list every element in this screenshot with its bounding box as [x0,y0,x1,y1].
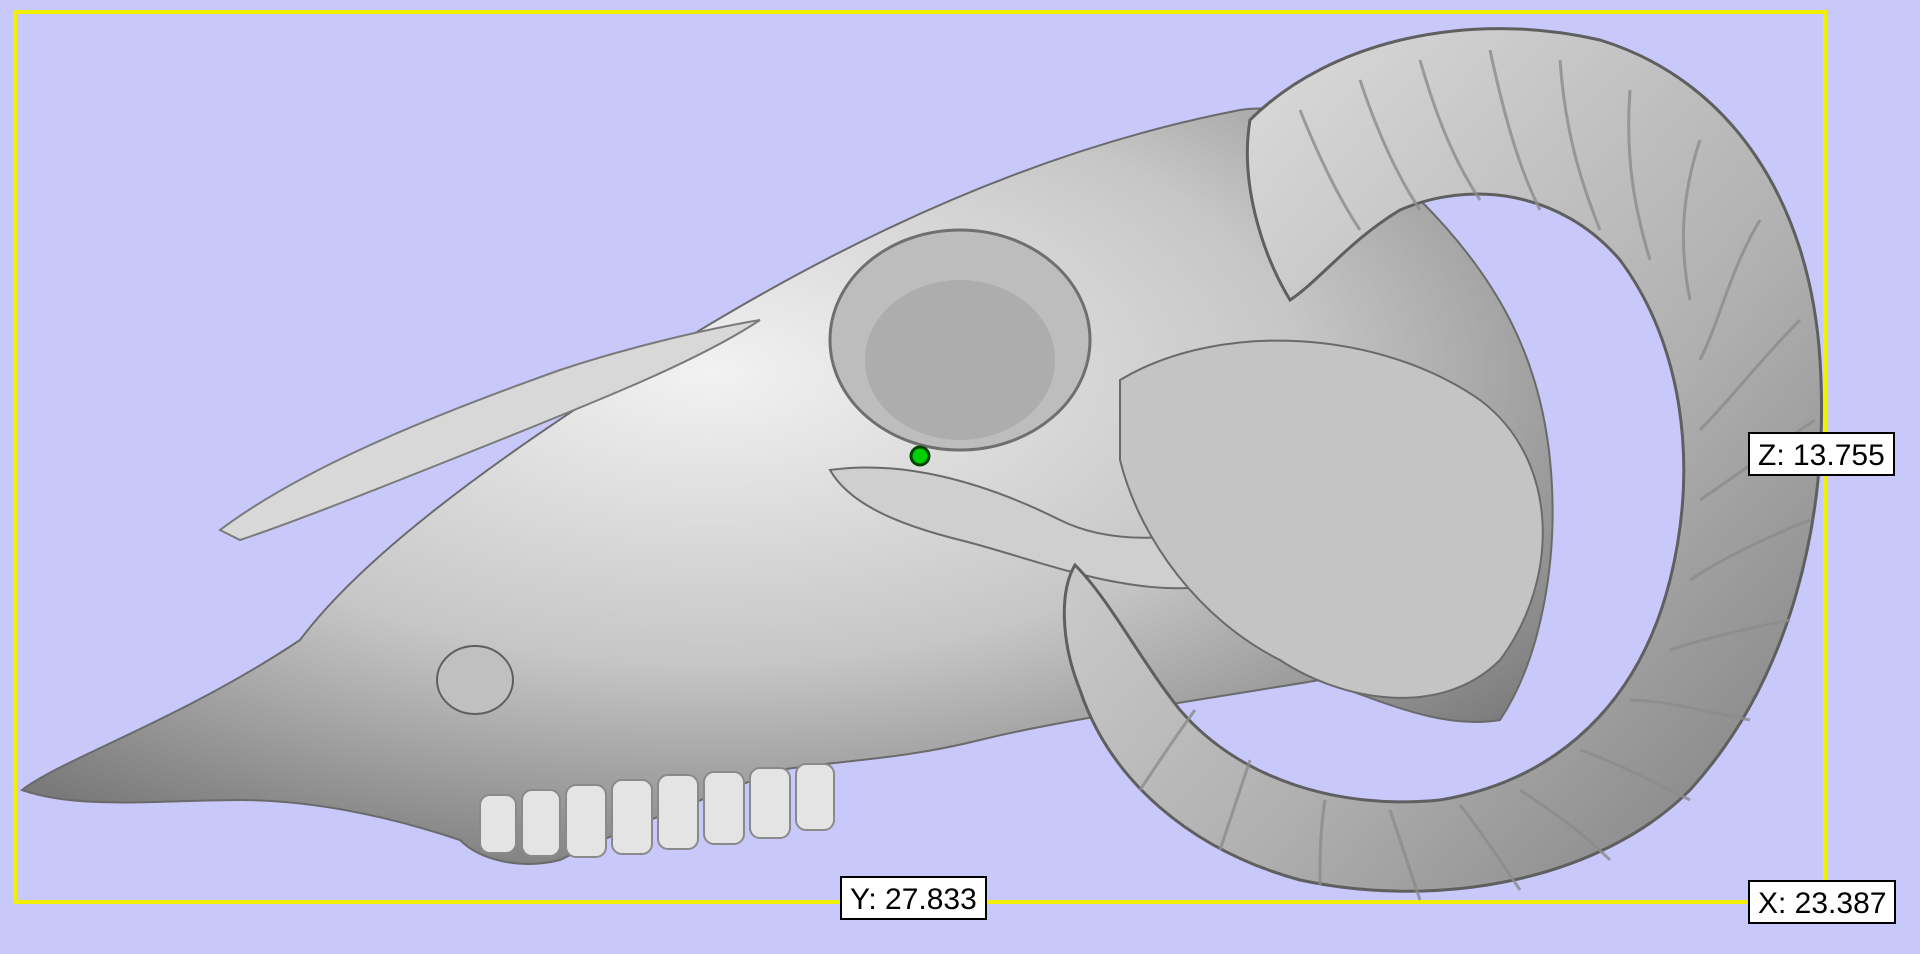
infraorbital-foramen [436,645,514,715]
y-dimension-label: Y: 27.833 [840,876,987,920]
scene-canvas[interactable] [0,0,1920,954]
x-dimension-label: X: 23.387 [1748,880,1897,924]
z-dimension-label: Z: 13.755 [1748,432,1895,476]
3d-viewport[interactable]: Z: 13.755 Y: 27.833 X: 23.387 [0,0,1920,954]
landmark-marker[interactable] [909,445,931,467]
